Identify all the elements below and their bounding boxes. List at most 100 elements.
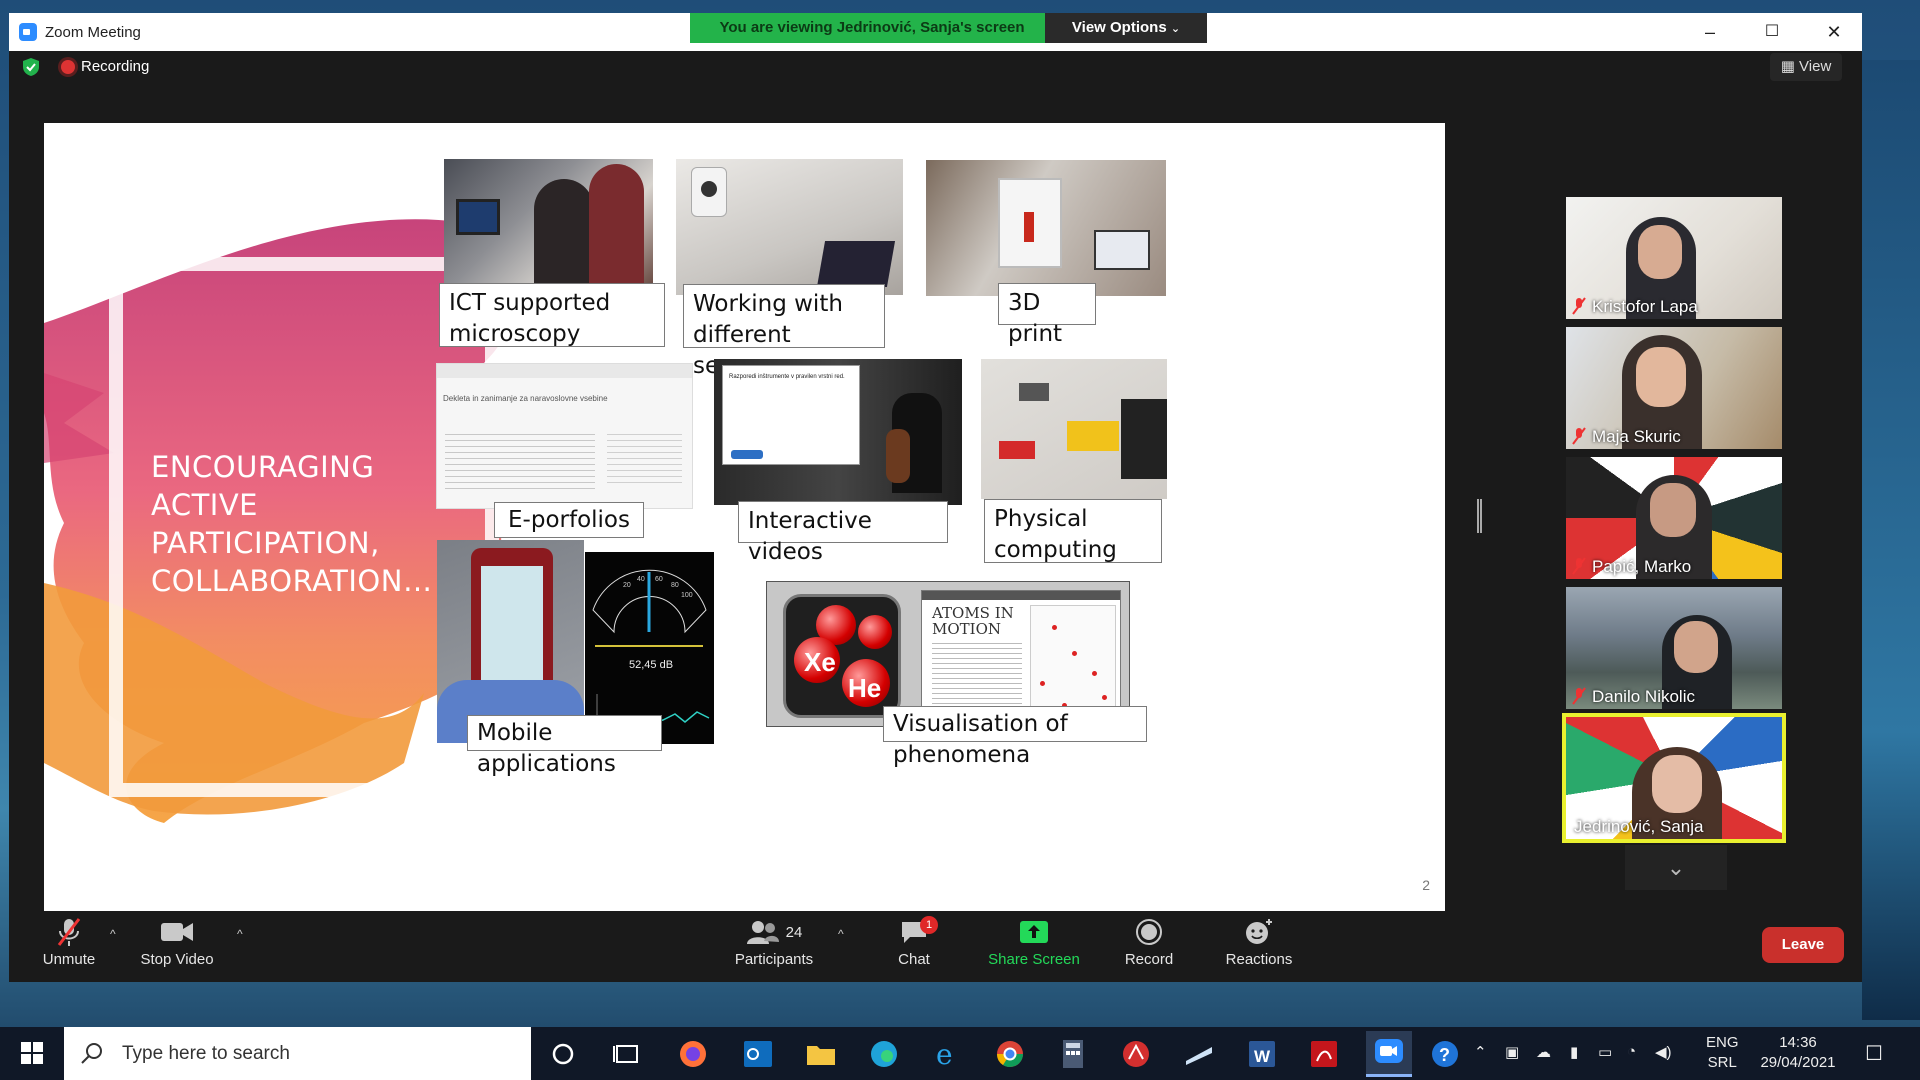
- lego-red-shape: [999, 441, 1035, 459]
- lego-yellow-shape: [1067, 421, 1119, 451]
- clock-time: 14:36: [1779, 1034, 1817, 1051]
- screen-share-banner: You are viewing Jedrinović, Sanja's scre…: [690, 13, 1054, 43]
- decibel-reading: 52,45 dB: [629, 659, 674, 671]
- zoom-taskbar-icon[interactable]: [1366, 1031, 1412, 1077]
- xe-he-app-icon: Xe He: [783, 594, 901, 718]
- face-shape: [1674, 621, 1718, 673]
- leave-button[interactable]: Leave: [1762, 927, 1844, 963]
- caption-mobile-applications: Mobile applications: [467, 715, 662, 777]
- muted-mic-icon: [1572, 557, 1586, 575]
- outlook-icon[interactable]: [741, 1037, 775, 1071]
- simulation-box: [1030, 605, 1116, 717]
- acrobat-icon[interactable]: [1307, 1037, 1341, 1071]
- participant-tile[interactable]: Maja Skuric: [1566, 327, 1782, 449]
- chat-unread-badge: 1: [920, 916, 938, 934]
- participants-label: Participants: [734, 951, 814, 968]
- share-screen-icon: [1020, 921, 1048, 943]
- participant-name: Danilo Nikolic: [1592, 687, 1695, 706]
- title-bar: Zoom Meeting You are viewing Jedrinović,…: [9, 13, 1862, 51]
- print-object-shape: [1024, 212, 1034, 242]
- panel-splitter-handle[interactable]: [1477, 499, 1482, 533]
- file-explorer-icon[interactable]: [804, 1037, 838, 1071]
- lego-hub-shape: [1019, 383, 1049, 401]
- record-button[interactable]: Record: [1109, 913, 1189, 982]
- caption-physical-computing: Physical computing: [984, 499, 1162, 563]
- input-language[interactable]: ENG SRL: [1706, 1033, 1739, 1073]
- search-placeholder: Type here to search: [122, 1043, 290, 1064]
- view-options-label: View Options: [1071, 19, 1167, 36]
- task-view-icon[interactable]: [610, 1037, 644, 1071]
- chat-button[interactable]: 1 Chat: [879, 913, 949, 982]
- face-shape: [1638, 225, 1682, 279]
- recording-indicator[interactable]: Recording: [59, 57, 169, 79]
- 3d-print-photo: [926, 160, 1166, 296]
- active-speaker-tile[interactable]: Jedrinović, Sanja: [1562, 713, 1786, 843]
- face-shape: [1650, 483, 1696, 537]
- face-shape: [1636, 347, 1686, 407]
- participant-count: 24: [785, 923, 803, 941]
- participants-options-caret[interactable]: ^: [838, 927, 844, 941]
- participant-tile[interactable]: Papić, Marko: [1566, 457, 1782, 579]
- internet-explorer-icon[interactable]: e: [930, 1037, 964, 1071]
- gauge-tick-label: 100: [681, 592, 693, 599]
- participant-name: Papić, Marko: [1592, 557, 1692, 576]
- cortana-icon[interactable]: [546, 1037, 580, 1071]
- tray-app-icon[interactable]: ▣: [1505, 1043, 1519, 1061]
- caption-sensors: Working with different sensors: [683, 284, 885, 379]
- firefox-icon[interactable]: [676, 1037, 710, 1071]
- caption-interactive-videos: Interactive videos: [738, 501, 948, 565]
- view-options-button[interactable]: View Options ⌄: [1045, 13, 1207, 43]
- start-button[interactable]: [0, 1027, 64, 1080]
- notifications-icon[interactable]: ☐: [1865, 1041, 1883, 1066]
- participant-name: Jedrinović, Sanja: [1574, 817, 1704, 836]
- gallery-view-button[interactable]: ▦ View: [1770, 53, 1842, 81]
- muted-mic-icon: [1572, 427, 1586, 445]
- participants-scroll-down-button[interactable]: ⌄: [1625, 845, 1727, 890]
- atoms-window-toolbar: [922, 591, 1120, 600]
- stop-video-button[interactable]: Stop Video: [122, 913, 232, 982]
- eportfolio-screenshot: Dekleta in zanimanje za naravoslovne vse…: [436, 363, 693, 509]
- video-options-caret[interactable]: ^: [237, 927, 243, 941]
- laptop-shape: [1094, 230, 1150, 270]
- close-button[interactable]: ✕: [1803, 13, 1865, 51]
- reactions-button[interactable]: Reactions: [1214, 913, 1304, 982]
- person-shape: [589, 164, 644, 283]
- particle-dot: [1040, 681, 1045, 686]
- chevron-down-icon: ⌄: [1170, 23, 1181, 35]
- minimize-button[interactable]: –: [1679, 13, 1741, 51]
- interactive-video-screenshot: Razporedi inštrumente v pravilen vrstni …: [714, 359, 962, 505]
- gauge-tick-label: 20: [623, 582, 631, 589]
- onedrive-icon[interactable]: ☁: [1536, 1043, 1551, 1061]
- chrome-icon[interactable]: [993, 1037, 1027, 1071]
- acrobat-reader-icon[interactable]: [1119, 1037, 1153, 1071]
- participants-button[interactable]: 24 Participants: [724, 913, 824, 982]
- mic-tray-icon[interactable]: ▮: [1570, 1043, 1578, 1061]
- participant-tile[interactable]: Kristofor Lapa: [1566, 197, 1782, 319]
- atoms-in-motion-window: ATOMS IN MOTION: [921, 590, 1121, 722]
- participant-tile[interactable]: Danilo Nikolic: [1566, 587, 1782, 709]
- volume-icon[interactable]: ◀): [1655, 1043, 1672, 1061]
- share-screen-button[interactable]: Share Screen: [979, 913, 1089, 982]
- keyboard-layout: SRL: [1707, 1054, 1737, 1071]
- word-icon[interactable]: W: [1245, 1037, 1279, 1071]
- audio-options-caret[interactable]: ^: [110, 927, 116, 941]
- muted-mic-icon: [57, 918, 81, 946]
- gauge-tick-label: 60: [655, 576, 663, 583]
- edge-icon[interactable]: [867, 1037, 901, 1071]
- encryption-shield-icon[interactable]: [22, 57, 40, 77]
- battery-icon[interactable]: ▭: [1598, 1043, 1612, 1061]
- gauge-graphic: [592, 569, 707, 647]
- taskbar-search-box[interactable]: Type here to search: [64, 1027, 531, 1080]
- unmute-button[interactable]: Unmute: [29, 913, 109, 982]
- help-icon[interactable]: ?: [1428, 1037, 1462, 1071]
- muted-mic-icon: [1572, 687, 1586, 705]
- calculator-icon[interactable]: [1056, 1037, 1090, 1071]
- wifi-icon[interactable]: ◔: [1627, 1043, 1636, 1060]
- mobile-app-photo: [437, 540, 584, 743]
- doc-lines-shape: [445, 434, 595, 494]
- maximize-button[interactable]: ☐: [1741, 13, 1803, 51]
- snipping-tool-icon[interactable]: [1182, 1037, 1216, 1071]
- clock[interactable]: 14:36 29/04/2021: [1756, 1033, 1840, 1073]
- quiz-check-button: [731, 450, 763, 459]
- tray-overflow-icon[interactable]: ⌃: [1474, 1043, 1487, 1061]
